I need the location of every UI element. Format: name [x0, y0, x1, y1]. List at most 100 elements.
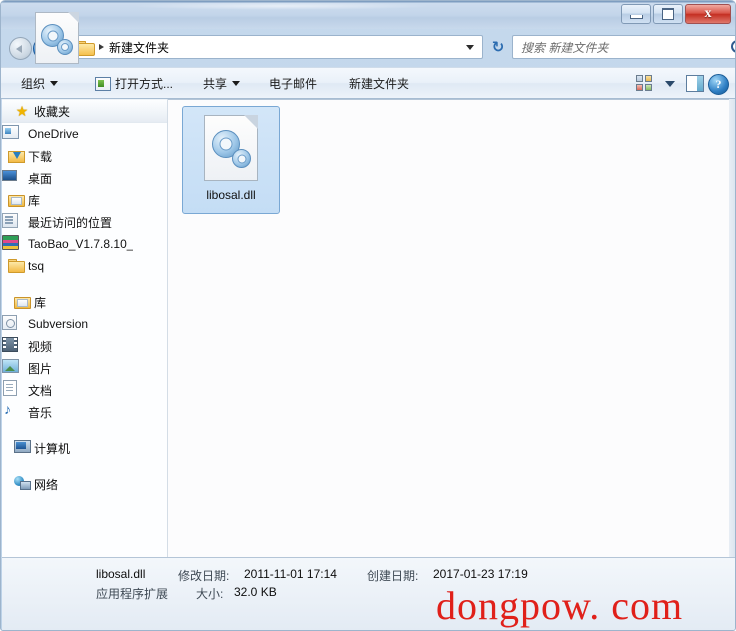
- command-toolbar: 组织 打开方式... 共享 电子邮件 新建文件夹 ?: [1, 67, 735, 99]
- watermark-text: dongpow. com: [436, 583, 684, 628]
- toolbar-item-label: 打开方式...: [115, 77, 174, 91]
- maximize-button[interactable]: [653, 4, 683, 24]
- sidebar-item-label: Subversion: [28, 317, 89, 331]
- search-icon: [730, 40, 735, 55]
- sidebar-item-label: 视频: [28, 339, 53, 354]
- refresh-icon[interactable]: ↻: [488, 37, 508, 57]
- preview-pane-icon[interactable]: [686, 75, 704, 92]
- sidebar-item-label: OneDrive: [28, 127, 79, 141]
- details-size-label: 大小:: [196, 587, 224, 601]
- close-button[interactable]: x: [685, 4, 731, 24]
- dll-gears-icon: [204, 115, 258, 181]
- nav-group-libraries[interactable]: 库: [2, 291, 167, 313]
- network-icon: [14, 476, 31, 490]
- help-icon[interactable]: ?: [708, 74, 729, 95]
- list-item-label: libosal.dll: [206, 188, 256, 202]
- nav-group-favorites[interactable]: ★ 收藏夹: [2, 99, 167, 123]
- toolbar-new-folder-button[interactable]: 新建文件夹: [343, 68, 415, 99]
- onedrive-icon: [2, 125, 19, 139]
- back-arrow-icon: [16, 44, 22, 53]
- back-button[interactable]: [9, 37, 32, 60]
- sidebar-item-libraries-fav[interactable]: 库: [2, 189, 167, 211]
- view-options-icon[interactable]: [636, 75, 653, 92]
- taobao-icon: [2, 235, 19, 250]
- address-bar-row: 新建文件夹 ↻ 搜索 新建文件夹: [1, 29, 735, 67]
- sidebar-item-label: 桌面: [28, 171, 53, 186]
- search-input[interactable]: 搜索 新建文件夹: [512, 35, 735, 59]
- details-created-label: 创建日期:: [367, 569, 419, 583]
- sidebar-item-music[interactable]: ♪ 音乐: [2, 401, 167, 423]
- toolbar-item-label: 组织: [21, 77, 46, 91]
- toolbar-organize-button[interactable]: 组织: [15, 68, 64, 99]
- open-with-icon: [95, 76, 111, 91]
- chevron-down-icon[interactable]: [665, 81, 675, 87]
- sidebar-item-tsq[interactable]: tsq: [2, 255, 167, 277]
- sidebar-item-downloads[interactable]: 下载: [2, 145, 167, 167]
- music-icon: ♪: [4, 401, 11, 417]
- minimize-button[interactable]: [621, 4, 651, 24]
- address-input[interactable]: 新建文件夹: [71, 35, 483, 59]
- file-list-pane[interactable]: libosal.dll: [168, 99, 730, 557]
- details-file-type: 应用程序扩展: [96, 587, 169, 601]
- folder-icon: [8, 258, 25, 274]
- nav-group-label: 库: [34, 295, 47, 310]
- sidebar-item-videos[interactable]: 视频: [2, 335, 167, 357]
- chevron-down-icon: [50, 81, 59, 86]
- sidebar-item-onedrive[interactable]: OneDrive: [2, 123, 167, 145]
- toolbar-item-label: 电子邮件: [269, 77, 318, 91]
- toolbar-item-label: 共享: [203, 77, 228, 91]
- desktop-icon: [2, 170, 17, 181]
- maximize-icon: [662, 8, 674, 20]
- breadcrumb-separator-icon: [99, 44, 104, 50]
- folder-icon: [77, 40, 95, 56]
- sidebar-item-label: 最近访问的位置: [28, 215, 113, 230]
- close-icon: x: [704, 6, 712, 21]
- chevron-down-icon[interactable]: [466, 45, 474, 50]
- details-file-name: libosal.dll: [96, 567, 146, 581]
- computer-icon: [14, 440, 31, 453]
- nav-group-network[interactable]: 网络: [2, 473, 167, 495]
- video-icon: [2, 337, 18, 352]
- explorer-window: x 新建文件夹 ↻ 搜索 新建文件夹 组织 打开方式... 共享 电子邮件 新建…: [0, 0, 736, 631]
- details-created-value: 2017-01-23 17:19: [433, 567, 528, 581]
- details-file-icon: [35, 12, 79, 64]
- sidebar-item-label: 文档: [28, 383, 53, 398]
- sidebar-item-recent-places[interactable]: 最近访问的位置: [2, 211, 167, 233]
- sidebar-item-label: 下载: [28, 149, 53, 164]
- details-modified-value: 2011-11-01 17:14: [244, 567, 337, 581]
- subversion-icon: [2, 315, 17, 330]
- sidebar-item-subversion[interactable]: Subversion: [2, 313, 167, 335]
- documents-icon: [3, 380, 17, 396]
- toolbar-item-label: 新建文件夹: [349, 77, 410, 91]
- star-icon: ★: [15, 103, 29, 119]
- downloads-icon: [8, 148, 25, 164]
- sidebar-item-label: tsq: [28, 259, 45, 273]
- navigation-pane[interactable]: ★ 收藏夹 OneDrive 下载 桌面 库 最近访问的位置 TaoBao_V1…: [2, 99, 167, 557]
- recent-places-icon: [2, 213, 18, 228]
- nav-group-label: 收藏夹: [34, 104, 71, 119]
- list-item[interactable]: libosal.dll: [182, 106, 280, 214]
- nav-group-computer[interactable]: 计算机: [2, 437, 167, 459]
- title-bar: x: [1, 1, 735, 29]
- sidebar-item-pictures[interactable]: 图片: [2, 357, 167, 379]
- sidebar-item-taobao[interactable]: TaoBao_V1.7.8.10_: [2, 233, 167, 255]
- vertical-scrollbar[interactable]: [729, 99, 735, 557]
- sidebar-item-label: 音乐: [28, 405, 53, 420]
- toolbar-email-button[interactable]: 电子邮件: [263, 68, 323, 99]
- sidebar-item-label: 库: [28, 193, 41, 208]
- details-modified-label: 修改日期:: [178, 569, 230, 583]
- sidebar-item-desktop[interactable]: 桌面: [2, 167, 167, 189]
- nav-group-label: 计算机: [34, 441, 71, 456]
- search-placeholder: 搜索 新建文件夹: [521, 40, 609, 55]
- toolbar-open-with-button[interactable]: 打开方式...: [89, 68, 179, 99]
- details-size-value: 32.0 KB: [234, 585, 277, 599]
- breadcrumb-path: 新建文件夹: [109, 40, 170, 55]
- library-folder-icon: [8, 192, 25, 208]
- toolbar-share-button[interactable]: 共享: [197, 68, 246, 99]
- pictures-icon: [2, 359, 19, 373]
- sidebar-item-documents[interactable]: 文档: [2, 379, 167, 401]
- chevron-down-icon: [232, 81, 241, 86]
